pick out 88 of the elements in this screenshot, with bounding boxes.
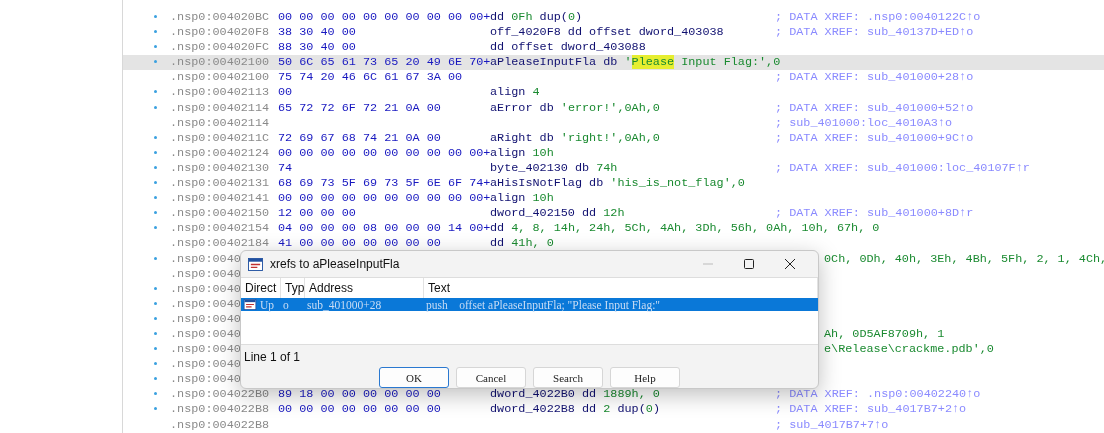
window-app-icon xyxy=(248,257,263,271)
address-text: .nsp0:00402124 xyxy=(170,145,270,160)
code-text: dd 41h, 0 xyxy=(490,236,554,251)
address-text: .nsp0:00402130 xyxy=(170,160,270,175)
address-text: .nsp0:00402100 xyxy=(170,55,270,70)
bytes-text: 12 00 00 00 xyxy=(278,206,356,221)
bytes-text: 75 74 20 46 6C 61 67 3A 00 xyxy=(278,70,463,85)
comment-text: ; DATA XREF: sub_401000+8D↑r xyxy=(775,206,974,222)
code-text: dword_4022B8 dd 2 dup(0) xyxy=(490,402,660,417)
dialog-button[interactable]: Search xyxy=(533,367,603,388)
code-text: dword_4022B0 dd 1889h, 0 xyxy=(490,387,660,402)
comment-text: ; DATA XREF: .nsp0:0040122C↑o xyxy=(775,10,981,26)
bytes-text: 65 72 72 6F 72 21 0A 00 xyxy=(278,100,441,115)
bytes-text: 50 6C 65 61 73 65 20 49 6E 70+ xyxy=(278,55,491,70)
bytes-text: 04 00 00 00 08 00 00 00 14 00+ xyxy=(278,221,491,236)
address-text: .nsp0:00402100 xyxy=(170,70,270,85)
address-text: .nsp0:00402113 xyxy=(170,85,270,100)
code-text: aRight db 'right!',0Ah,0 xyxy=(490,130,660,145)
comment-text: ; DATA XREF: sub_401000+52↑o xyxy=(775,100,974,116)
code-text: byte_402130 db 74h xyxy=(490,160,618,175)
code-text: align 10h xyxy=(490,191,554,206)
address-text: .nsp0:004022B8 xyxy=(170,417,270,432)
address-text: .nsp0:004022B8 xyxy=(170,402,270,417)
bytes-text: 74 xyxy=(278,160,293,175)
address-text: .nsp0:00402131 xyxy=(170,176,270,191)
code-text: off_4020F8 dd offset dword_403038 xyxy=(490,25,724,40)
code-text: e\Release\crackme.pdb',0 xyxy=(824,342,994,358)
bytes-text: 89 18 00 00 00 00 00 00 xyxy=(278,387,441,402)
code-text: aHisIsNotFlag db 'his_is_not_flag',0 xyxy=(490,176,745,191)
comment-text: ; DATA XREF: .nsp0:00402240↑o xyxy=(775,387,981,403)
line-count-text: Line 1 of 1 xyxy=(243,349,302,366)
address-text: .nsp0:004020FC xyxy=(170,40,270,55)
comment-text: ; sub_401000:loc_4010A3↑o xyxy=(775,115,952,131)
bytes-text: 68 69 73 5F 69 73 5F 6E 6F 74+ xyxy=(278,176,491,191)
address-text: .nsp0:00402141 xyxy=(170,191,270,206)
address-text: .nsp0:0040 xyxy=(170,311,241,326)
bytes-text: 00 00 00 00 00 00 00 00 00 00+ xyxy=(278,10,491,24)
comment-text: ; DATA XREF: sub_401000:loc_40107F↑r xyxy=(775,160,1030,177)
code-text: Ah, 0D5AF8709h, 1 xyxy=(824,326,945,343)
address-text: .nsp0:00402150 xyxy=(170,206,270,221)
bytes-text: 41 00 00 00 00 00 00 00 xyxy=(278,236,441,251)
address-text: .nsp0:0040 xyxy=(170,251,241,266)
dialog-button[interactable]: OK xyxy=(379,367,449,388)
close-icon[interactable] xyxy=(784,258,796,270)
address-text: .nsp0:00402114 xyxy=(170,115,270,130)
dialog-button[interactable]: Cancel xyxy=(456,367,526,388)
bytes-text: 00 00 00 00 00 00 00 00 00 00+ xyxy=(278,145,491,160)
address-text: .nsp0:0040 xyxy=(170,296,241,311)
maximize-icon[interactable] xyxy=(743,258,755,270)
comment-text: ; DATA XREF: sub_401000+28↑o xyxy=(775,70,974,86)
code-text: dd 4, 8, 14h, 24h, 5Ch, 4Ah, 3Dh, 56h, 0Ah, 10h, 67h, 0 xyxy=(490,221,880,236)
code-text: align 10h xyxy=(490,145,554,160)
bytes-text: 00 00 00 00 00 00 00 00 00 00+ xyxy=(278,191,491,206)
address-text: .nsp0:004020BC xyxy=(170,10,270,24)
code-text: dword_402150 dd 12h xyxy=(490,206,625,221)
code-text: aError db 'error!',0Ah,0 xyxy=(490,100,660,115)
address-text: .nsp0:0040 xyxy=(170,342,241,357)
code-text: 0Ch, 0Dh, 40h, 3Eh, 4Bh, 5Fh, 2, 1, 4Ch, xyxy=(824,251,1104,267)
comment-text: ; sub_4017B7+7↑o xyxy=(775,417,889,433)
code-text: align 4 xyxy=(490,85,540,100)
bytes-text: 38 30 40 00 xyxy=(278,25,356,40)
code-text: aPleaseInputFla db 'Please Input Flag:',0 xyxy=(490,55,781,70)
dialog-button[interactable]: Help xyxy=(610,367,680,388)
address-text: .nsp0:0040 xyxy=(170,326,241,341)
bytes-text: 88 30 40 00 xyxy=(278,40,356,55)
comment-text: ; DATA XREF: sub_4017B7+2↑o xyxy=(775,402,967,418)
address-text: .nsp0:0040211C xyxy=(170,130,270,145)
code-text: dd 0Fh dup(0) xyxy=(490,10,583,24)
address-text: .nsp0:0040 xyxy=(170,372,241,387)
bytes-text: 00 00 00 00 00 00 00 00 xyxy=(278,402,441,417)
type-text: o xyxy=(282,298,290,311)
address-text: .nsp0:0040 xyxy=(170,266,241,281)
code-text: dd offset dword_403088 xyxy=(490,40,646,55)
address-text: .nsp0:00402114 xyxy=(170,100,270,115)
instruction-text: push offset aPleaseInputFla; "Please Input Flag:" xyxy=(425,298,662,311)
comment-text: ; DATA XREF: sub_401000+9C↑o xyxy=(775,130,974,146)
bytes-text: 72 69 67 68 74 21 0A 00 xyxy=(278,130,441,145)
address-text: .nsp0:00402154 xyxy=(170,221,270,236)
address-text: sub_401000+28 xyxy=(306,298,383,311)
address-text: .nsp0:0040 xyxy=(170,357,241,372)
address-text: .nsp0:00402184 xyxy=(170,236,270,251)
bytes-text: 00 xyxy=(278,85,293,100)
comment-text: ; DATA XREF: sub_40137D+ED↑o xyxy=(775,25,974,41)
address-text: .nsp0:004022B0 xyxy=(170,387,270,402)
dialog-title: xrefs to aPleaseInputFla xyxy=(270,257,401,271)
address-text: .nsp0:0040 xyxy=(170,281,241,296)
direction-text: Up xyxy=(260,298,275,311)
address-text: .nsp0:004020F8 xyxy=(170,25,270,40)
